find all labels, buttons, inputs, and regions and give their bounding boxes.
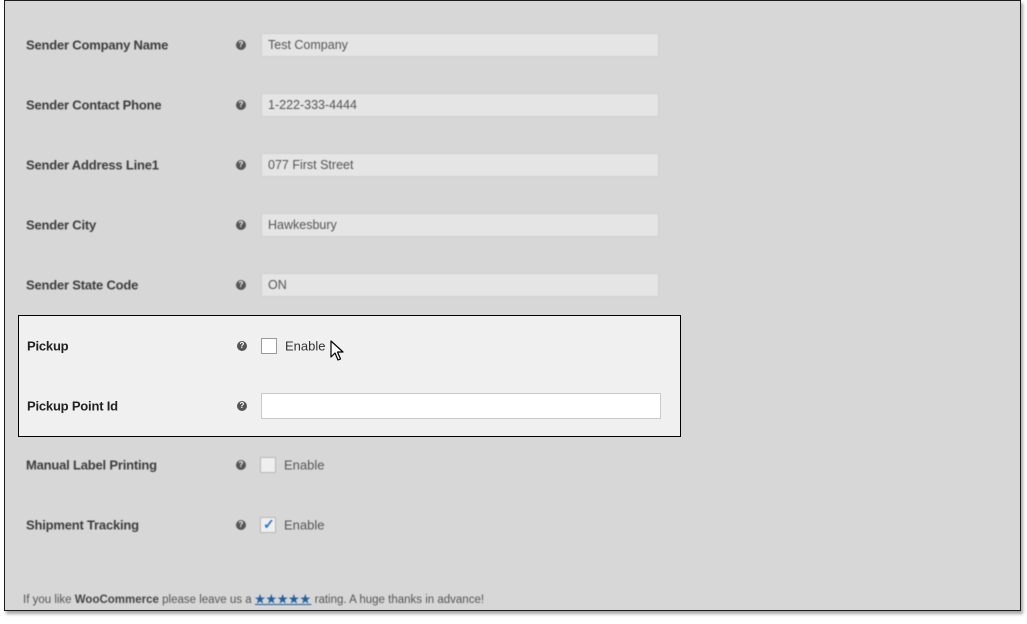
pickup-enable-label: Enable [285,338,326,354]
footer-middle: please leave us a [162,594,252,606]
pickup-highlight-box: Pickup ? Enable Pickup Point Id ? [18,315,681,437]
help-icon[interactable]: ? [236,460,246,470]
sender-state-code-label: Sender State Code [26,277,139,293]
shipment-tracking-checkbox[interactable] [260,516,276,533]
sender-city-input[interactable] [261,213,659,237]
sender-address-line1-input[interactable] [261,153,659,177]
row-sender-company-name: Sender Company Name ? [5,15,1020,75]
footer-suffix: rating. A huge thanks in advance! [314,594,485,606]
pickup-point-id-label: Pickup Point Id [27,398,118,414]
row-shipment-tracking: Shipment Tracking ? Enable [5,495,1020,555]
manual-label-printing-enable-label: Enable [284,457,325,473]
help-icon[interactable]: ? [236,520,246,530]
sender-company-name-input[interactable] [261,33,659,57]
shipment-tracking-label: Shipment Tracking [26,517,139,533]
row-sender-address-line1: Sender Address Line1 ? [5,135,1020,195]
pickup-label: Pickup [27,338,69,354]
manual-label-printing-checkbox[interactable] [260,457,276,473]
sender-contact-phone-input[interactable] [261,93,659,117]
sender-address-line1-label: Sender Address Line1 [26,157,159,173]
sender-contact-phone-label: Sender Contact Phone [26,97,162,113]
sender-city-label: Sender City [26,217,97,233]
row-pickup-point-id: Pickup Point Id ? [19,376,680,436]
pickup-point-id-input[interactable] [261,393,661,419]
help-icon[interactable]: ? [236,280,246,290]
help-icon[interactable]: ? [237,401,247,411]
footer-prefix: If you like [23,594,72,606]
help-icon[interactable]: ? [236,220,246,230]
rating-stars-link[interactable]: ★★★★★ [255,594,312,606]
shipment-tracking-enable-label: Enable [284,517,325,533]
help-icon[interactable]: ? [236,100,246,110]
help-icon[interactable]: ? [236,160,246,170]
help-icon[interactable]: ? [236,40,246,50]
row-sender-state-code: Sender State Code ? [5,255,1020,315]
footer-brand: WooCommerce [74,594,159,606]
row-sender-contact-phone: Sender Contact Phone ? [5,75,1020,135]
row-pickup: Pickup ? Enable [19,316,680,376]
row-manual-label-printing: Manual Label Printing ? Enable [5,435,1020,495]
mouse-pointer-icon [330,340,344,361]
sender-company-name-label: Sender Company Name [26,37,169,53]
help-icon[interactable]: ? [237,341,247,351]
pickup-enable-checkbox[interactable] [261,338,277,354]
footer-rating-text: If you like WooCommerce please leave us … [23,592,484,606]
settings-panel: Sender Company Name ? Sender Contact Pho… [4,0,1021,611]
row-sender-city: Sender City ? [5,195,1020,255]
sender-state-code-input[interactable] [261,273,659,297]
manual-label-printing-label: Manual Label Printing [26,457,157,473]
